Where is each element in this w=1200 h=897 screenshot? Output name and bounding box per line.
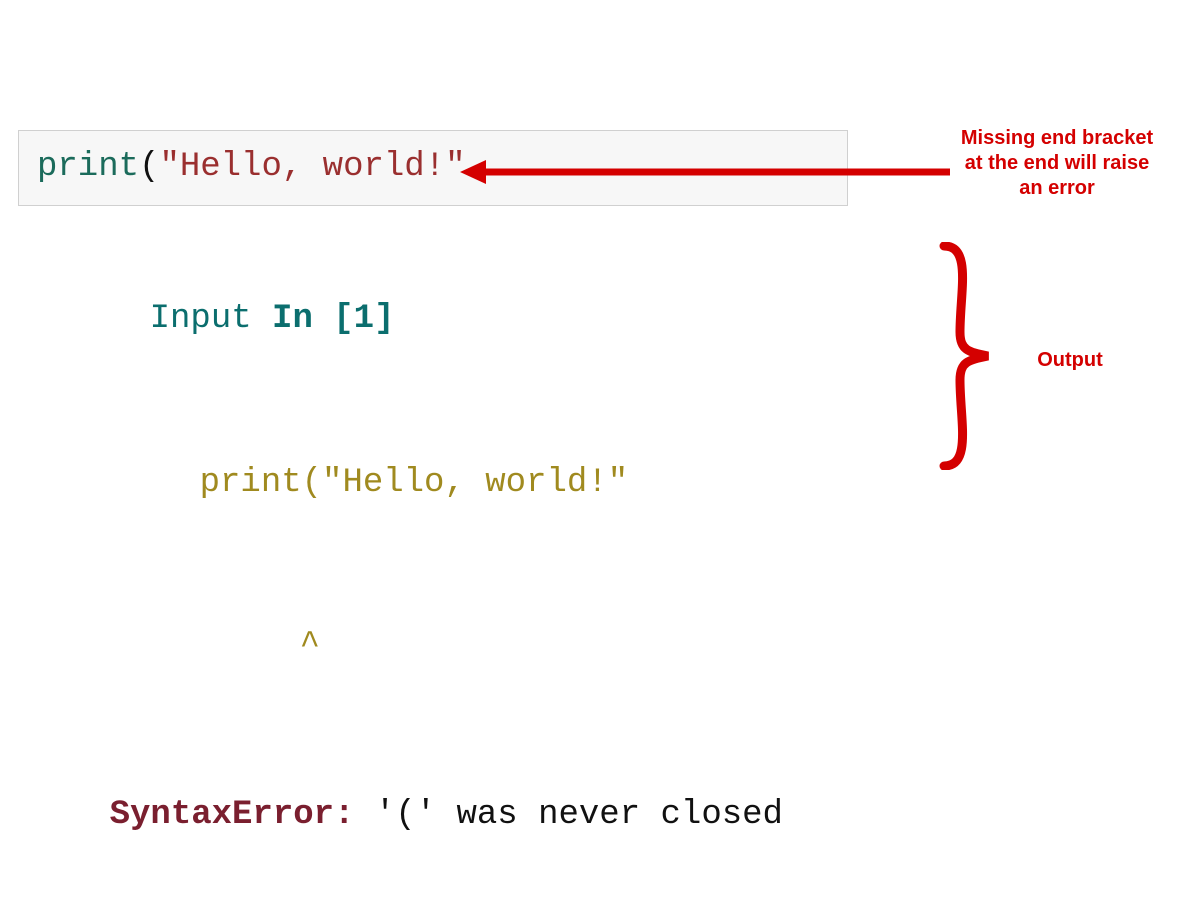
- output-echoed-code: print("Hello, world!": [200, 464, 628, 502]
- brace-icon: [938, 242, 998, 470]
- output-caret: ^: [300, 627, 320, 665]
- arrow-icon: [460, 152, 955, 192]
- output-line-code: print("Hello, world!": [28, 401, 928, 564]
- output-area: Input In [1] print("Hello, world!" ^ Syn…: [28, 238, 928, 897]
- output-line-input: Input In [1]: [28, 238, 928, 401]
- code-token-string: "Hello, world!": [159, 148, 465, 186]
- code-token-print: print: [37, 148, 139, 186]
- code-token-open-paren: (: [139, 148, 159, 186]
- annotation-output-label: Output: [1010, 348, 1130, 373]
- output-line-error: SyntaxError: '(' was never closed: [28, 734, 928, 897]
- output-in-word: In: [272, 300, 333, 338]
- output-line-caret: ^: [28, 564, 928, 727]
- annotation-missing-bracket: Missing end bracket at the end will rais…: [952, 126, 1162, 201]
- output-error-label: SyntaxError:: [110, 796, 355, 834]
- output-input-word: Input: [150, 300, 272, 338]
- output-in-number: [1]: [333, 300, 394, 338]
- output-error-message: '(' was never closed: [354, 796, 782, 834]
